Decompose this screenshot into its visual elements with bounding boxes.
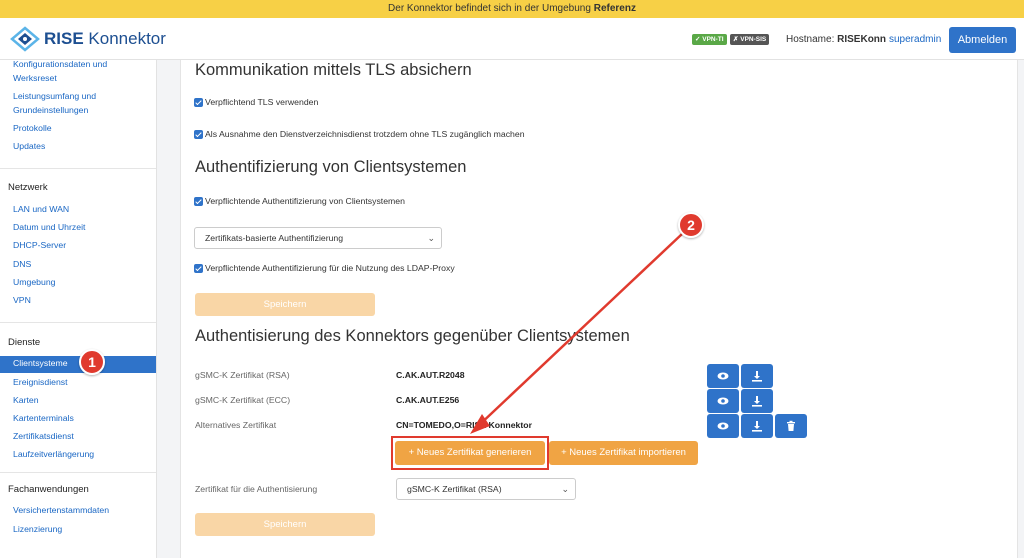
sidebar-item-dhcp[interactable]: DHCP-Server (13, 238, 153, 252)
sidebar-item-versichertenstammdaten[interactable]: Versichertenstammdaten (13, 503, 153, 517)
checkbox-tls-required[interactable]: Verpflichtend TLS verwenden (194, 97, 318, 107)
checkbox-checked-icon (194, 196, 203, 206)
sidebar-item-lan-wan[interactable]: LAN und WAN (13, 202, 153, 216)
sidebar-heading-fachanwendungen: Fachanwendungen (8, 484, 89, 495)
checkbox-ldap-proxy-auth[interactable]: Verpflichtende Authentifizierung für die… (194, 263, 455, 273)
sidebar-item-werksreset[interactable]: Konfigurationsdaten und Werksreset (13, 60, 153, 85)
sidebar-item-protokolle[interactable]: Protokolle (13, 121, 153, 135)
sidebar: Konfigurationsdaten und Werksreset Leist… (0, 60, 157, 558)
sidebar-item-grundeinstellungen[interactable]: Leistungsumfang und Grundeinstellungen (13, 89, 153, 117)
sidebar-divider (0, 472, 156, 473)
banner-env: Referenz (593, 3, 636, 14)
sidebar-item-label: Clientsysteme (13, 358, 68, 368)
auth-cert-select[interactable]: gSMC-K Zertifikat (RSA) ⌄ (396, 478, 576, 500)
chevron-down-icon: ⌄ (561, 484, 569, 494)
download-cert-ecc-button[interactable] (741, 389, 773, 413)
cert-label-alternative: Alternatives Zertifikat (195, 420, 277, 430)
section-title-tls: Kommunikation mittels TLS absichern (195, 61, 472, 79)
user-link[interactable]: superadmin (889, 34, 941, 45)
sidebar-divider (0, 168, 156, 169)
highlight-box (391, 436, 549, 470)
trash-icon (787, 420, 795, 431)
save-button-client-auth[interactable]: Speichern (195, 293, 375, 316)
sidebar-item-umgebung[interactable]: Umgebung (13, 275, 153, 289)
eye-icon (717, 397, 729, 405)
checkbox-checked-icon (194, 129, 203, 139)
step-marker-1: 1 (79, 349, 105, 375)
sidebar-heading-dienste: Dienste (8, 337, 41, 348)
logout-button[interactable]: Abmelden (949, 27, 1016, 53)
sidebar-item-vpn[interactable]: VPN (13, 293, 153, 307)
eye-icon (717, 422, 729, 430)
checkbox-checked-icon (194, 263, 203, 273)
banner-text: Der Konnektor befindet sich in der Umgeb… (388, 3, 591, 14)
sidebar-item-ereignisdienst[interactable]: Ereignisdienst (13, 375, 153, 389)
cert-value-ecc: C.AK.AUT.E256 (396, 395, 460, 405)
section-title-client-auth: Authentifizierung von Clientsystemen (195, 158, 467, 176)
view-cert-ecc-button[interactable] (707, 389, 739, 413)
download-cert-alternative-button[interactable] (741, 414, 773, 438)
delete-cert-alternative-button[interactable] (775, 414, 807, 438)
checkbox-dienstverzeichnis-exception[interactable]: Als Ausnahme den Dienstverzeichnisdienst… (194, 129, 525, 139)
section-title-konnektor-auth: Authentisierung des Konnektors gegenüber… (195, 327, 630, 345)
cert-label-rsa: gSMC-K Zertifikat (RSA) (195, 370, 290, 380)
sidebar-item-kartenterminals[interactable]: Kartenterminals (13, 411, 153, 425)
vpn-sis-badge: ✗ VPN-SIS (730, 34, 770, 45)
cert-value-rsa: C.AK.AUT.R2048 (396, 370, 465, 380)
sidebar-divider (0, 322, 156, 323)
download-icon (752, 421, 762, 432)
hostname: Hostname: RISEKonn (786, 34, 887, 45)
vpn-ti-badge: ✓ VPN-TI (692, 34, 727, 45)
cert-label-ecc: gSMC-K Zertifikat (ECC) (195, 395, 291, 405)
sidebar-item-updates[interactable]: Updates (13, 139, 153, 153)
sidebar-item-zertifikatsdienst[interactable]: Zertifikatsdienst (13, 429, 153, 443)
view-cert-rsa-button[interactable] (707, 364, 739, 388)
checkbox-client-auth-required[interactable]: Verpflichtende Authentifizierung von Cli… (194, 196, 405, 206)
auth-cert-label: Zertifikat für die Authentisierung (195, 484, 318, 494)
save-button-konnektor-auth[interactable]: Speichern (195, 513, 375, 536)
cert-value-alternative: CN=TOMEDO,O=RISE Konnektor (396, 420, 532, 430)
chevron-down-icon: ⌄ (427, 233, 435, 243)
logo-text: RISE Konnektor (44, 29, 166, 48)
download-cert-rsa-button[interactable] (741, 364, 773, 388)
logo-icon (10, 26, 40, 52)
sidebar-item-datum[interactable]: Datum und Uhrzeit (13, 220, 153, 234)
import-certificate-button[interactable]: + Neues Zertifikat importieren (549, 441, 698, 465)
download-icon (752, 396, 762, 407)
top-bar: RISE Konnektor ✓ VPN-TI ✗ VPN-SIS Hostna… (0, 18, 1024, 60)
auth-method-select[interactable]: Zertifikats-basierte Authentifizierung ⌄ (194, 227, 442, 249)
sidebar-item-karten[interactable]: Karten (13, 393, 153, 407)
sidebar-item-dns[interactable]: DNS (13, 257, 153, 271)
sidebar-heading-netzwerk: Netzwerk (8, 182, 48, 193)
view-cert-alternative-button[interactable] (707, 414, 739, 438)
download-icon (752, 371, 762, 382)
environment-banner: Der Konnektor befindet sich in der Umgeb… (0, 0, 1024, 18)
step-marker-2: 2 (678, 212, 704, 238)
checkbox-checked-icon (194, 97, 203, 107)
eye-icon (717, 372, 729, 380)
sidebar-item-laufzeitverlaengerung[interactable]: Laufzeitverlängerung (13, 447, 153, 461)
logo[interactable]: RISE Konnektor (10, 26, 166, 52)
sidebar-item-lizenzierung[interactable]: Lizenzierung (13, 522, 153, 536)
